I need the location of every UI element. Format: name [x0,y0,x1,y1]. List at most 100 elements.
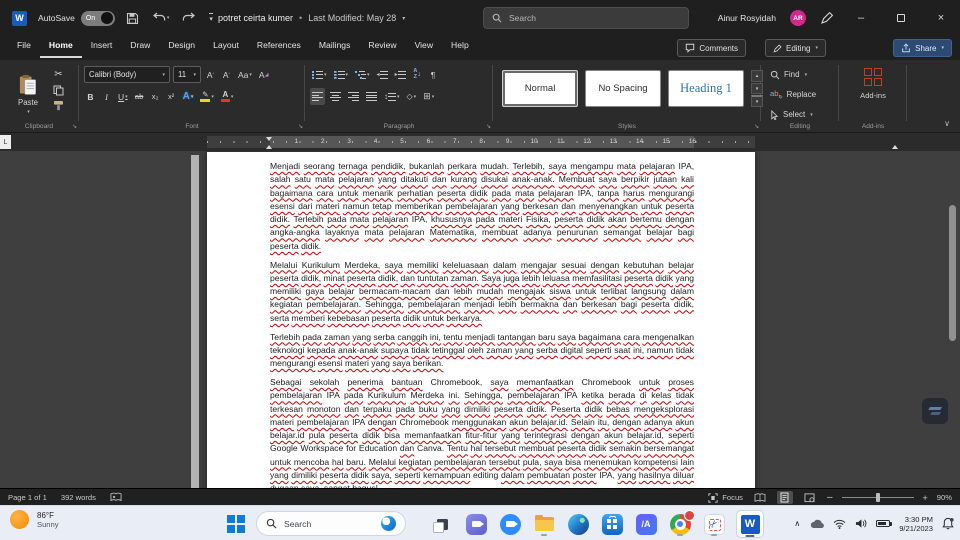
tab-mailings[interactable]: Mailings [310,36,360,58]
zoom-level[interactable]: 90% [937,493,952,502]
vertical-scrollbar[interactable] [949,205,956,341]
highlight-button[interactable]: ✎ ▾ [198,88,216,105]
zoom-out-button[interactable]: – [827,492,833,503]
decrease-indent-button[interactable]: ◂ [375,66,390,83]
tray-chevron-icon[interactable]: ∧ [794,519,800,528]
edge-button[interactable] [566,512,590,536]
store-button[interactable] [600,512,624,536]
file-explorer-button[interactable] [532,512,556,536]
align-right-button[interactable] [346,88,361,105]
print-layout-button[interactable] [776,491,793,504]
page-indicator[interactable]: Page 1 of 1 [8,493,47,502]
tab-help[interactable]: Help [442,36,478,58]
collapse-ribbon-icon[interactable]: ∨ [944,119,950,128]
tab-design[interactable]: Design [159,36,204,58]
focus-button[interactable]: Focus [708,492,743,503]
paste-button[interactable]: Paste ▾ [8,66,48,122]
zoom-app-button[interactable] [498,512,522,536]
tray-clock[interactable]: 3:30 PM 9/21/2023 [899,515,933,533]
justify-button[interactable] [364,88,379,105]
addins-button[interactable]: Add-ins [840,68,906,100]
find-button[interactable]: Find ▾ [770,66,807,83]
superscript-button[interactable]: x² [165,88,178,105]
user-name[interactable]: Ainur Rosyidah [718,13,776,23]
zoom-slider[interactable] [841,493,914,503]
close-button[interactable]: × [928,0,954,36]
battery-icon[interactable] [876,519,893,528]
tab-selector[interactable]: L [0,135,11,149]
onedrive-icon[interactable] [809,519,825,529]
tab-draw[interactable]: Draw [121,36,159,58]
taskbar-search[interactable]: Search [256,511,406,536]
line-spacing-button[interactable]: ↕ ▾ [382,88,402,105]
sort-button[interactable]: A Z ↓ [411,66,424,83]
read-mode-button[interactable] [752,491,768,504]
align-center-button[interactable] [328,88,343,105]
show-paragraph-marks-button[interactable]: ¶ [427,66,440,83]
volume-icon[interactable] [855,518,867,529]
shrink-font-button[interactable]: Aˇ [220,66,233,83]
zoom-slider-thumb[interactable] [875,493,880,503]
replace-button[interactable]: ab↻ Replace [770,86,816,103]
paragraph-dialog-launcher-icon[interactable]: ↘ [486,123,491,130]
vertical-ruler[interactable] [191,155,199,488]
comments-button[interactable]: Comments [677,39,746,57]
subscript-button[interactable]: x₂ [149,88,162,105]
redo-icon[interactable] [182,12,196,24]
font-size-select[interactable]: 11 ▾ [173,66,201,83]
tab-review[interactable]: Review [359,36,405,58]
designer-app-button[interactable]: /A [634,512,658,536]
select-button[interactable]: Select ▾ [770,106,813,123]
strikethrough-button[interactable]: ab [133,88,146,105]
tab-home[interactable]: Home [39,36,82,58]
font-name-select[interactable]: Calibri (Body) ▾ [84,66,170,83]
shading-button[interactable]: ◇ ▾ [405,88,419,105]
numbering-button[interactable]: ▾ [332,66,351,83]
tab-file[interactable]: File [8,36,40,58]
horizontal-ruler[interactable]: 1 2 3 4 5 6 7 8 9 10 11 12 13 14 15 16 [207,136,899,150]
change-case-button[interactable]: Aa ▾ [236,66,254,83]
style-normal[interactable]: Normal [502,70,578,107]
minimize-button[interactable]: – [848,0,874,36]
overlay-capture-icon[interactable] [922,398,948,424]
start-button[interactable] [224,512,248,536]
underline-button[interactable]: U ▾ [116,88,130,105]
share-button[interactable]: Share ▾ [893,39,952,57]
word-count[interactable]: 392 words [61,493,96,502]
zoom-in-button[interactable]: + [923,493,928,503]
chat-button[interactable] [464,512,488,536]
format-painter-icon[interactable] [53,100,64,111]
tab-layout[interactable]: Layout [204,36,248,58]
document-title[interactable]: potret ceirta kumer • Last Modified: May… [218,0,405,36]
borders-button[interactable]: ⊞ ▾ [421,88,436,105]
task-view-button[interactable] [430,512,454,536]
autosave-toggle[interactable]: On [80,10,115,26]
font-color-button[interactable]: A ▾ [219,88,236,105]
web-layout-button[interactable] [802,491,818,504]
autosave-control[interactable]: AutoSave On [38,10,115,26]
maximize-button[interactable] [888,0,914,36]
tab-view[interactable]: View [406,36,442,58]
style-no-spacing[interactable]: No Spacing [585,70,661,107]
avatar[interactable]: AR [790,10,806,26]
undo-button[interactable]: ▾ [152,12,169,24]
clear-formatting-button[interactable]: A ◢ [257,66,271,83]
title-chevron-icon[interactable]: ▾ [402,15,405,22]
style-heading-1[interactable]: Heading 1 [668,70,744,107]
editing-mode-button[interactable]: Editing ▾ [765,39,826,57]
increase-indent-button[interactable]: ▸ [393,66,408,83]
multilevel-list-button[interactable]: ▾ [353,66,372,83]
bell-icon[interactable] [942,517,954,530]
wifi-icon[interactable] [833,519,846,529]
tab-references[interactable]: References [248,36,310,58]
snipping-tool-button[interactable]: ✂ [702,512,726,536]
right-indent-marker[interactable] [892,142,899,150]
word-taskbar-button[interactable]: W [736,510,764,538]
font-dialog-launcher-icon[interactable]: ↘ [298,123,303,130]
bold-button[interactable]: B [84,88,97,105]
bullets-button[interactable]: ▾ [310,66,329,83]
proofing-icon[interactable] [110,492,122,503]
document-page[interactable]: Menjadi seorang ternaga pendidik, bukanl… [207,152,755,488]
styles-dialog-launcher-icon[interactable]: ↘ [754,123,759,130]
grow-font-button[interactable]: Aˆ [204,66,217,83]
